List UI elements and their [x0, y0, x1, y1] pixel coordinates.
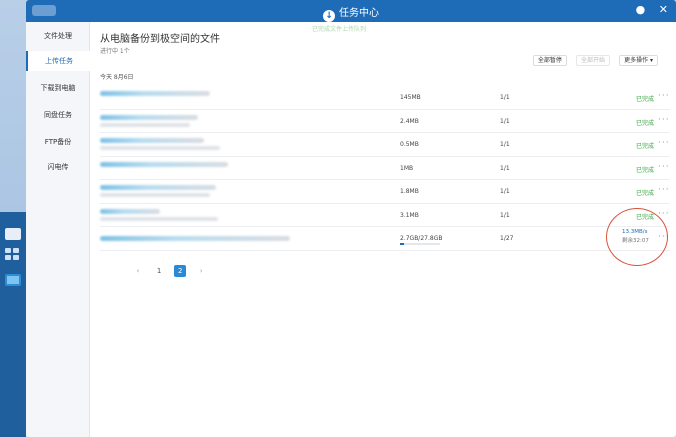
sidebar: 文件处理 上传任务 下载到电脑 同盘任务 FTP备份 闪电传 [26, 22, 90, 437]
window-controls: ● ✕ [626, 3, 668, 16]
apps-grid-icon[interactable] [5, 248, 21, 260]
more-options-icon[interactable]: ··· [658, 185, 670, 195]
pin-icon[interactable]: ● [636, 3, 646, 16]
main-panel: 已完成文件上传队列 从电脑备份到极空间的文件 进行中 1个 全部暂停 全部开始 … [90, 22, 676, 437]
sidebar-item-upload-tasks[interactable]: 上传任务 [26, 51, 90, 71]
task-row[interactable]: 2.4MB 1/1 已完成 ··· [100, 110, 670, 133]
sidebar-item-flash-transfer[interactable]: 闪电传 [26, 157, 90, 177]
blurred-filename [100, 185, 216, 190]
task-file-count: 1/1 [500, 211, 510, 219]
blurred-filename [100, 208, 160, 214]
sidebar-item-ftp-backup[interactable]: FTP备份 [26, 132, 90, 152]
red-annotation-circle [606, 208, 668, 266]
task-file-count: 1/27 [500, 235, 514, 242]
pause-all-button[interactable]: 全部暂停 [532, 55, 567, 66]
task-size: 1MB [400, 164, 414, 172]
date-group-header: 今天 8月6日 [100, 74, 134, 81]
blurred-filename [100, 138, 204, 143]
more-actions-label: 更多操作 [624, 57, 649, 64]
close-icon[interactable]: ✕ [659, 3, 668, 16]
task-size: 2.7GB/27.8GB [400, 235, 443, 242]
titlebar: ↓ 任务中心 ● ✕ [26, 0, 676, 22]
window-title-text: 任务中心 [339, 8, 379, 19]
task-status: 已完成 [636, 143, 655, 150]
toolbar: 全部暂停 全部开始 更多操作 ▾ [529, 47, 658, 66]
task-file-count: 1/1 [500, 117, 510, 125]
in-progress-count: 进行中 1个 [100, 48, 130, 55]
sidebar-item-download-to-pc[interactable]: 下载到电脑 [26, 78, 90, 98]
blurred-filename [100, 91, 210, 96]
pagination: ‹ 1 2 › [132, 258, 211, 277]
more-options-icon[interactable]: ··· [658, 138, 670, 148]
task-row-in-progress[interactable]: 2.7GB/27.8GB 1/27 13.3MB/s 剩余32:07 ··· [100, 227, 670, 251]
task-file-count: 1/1 [500, 164, 510, 172]
task-size: 0.5MB [400, 141, 419, 148]
blurred-filename [100, 236, 290, 241]
watermark-large: 众测 [632, 401, 668, 422]
window-title: ↓ 任务中心 [26, 4, 676, 22]
page-title: 从电脑备份到极空间的文件 [100, 34, 220, 45]
task-center-icon: ↓ [323, 10, 335, 22]
upload-progress-fill [400, 243, 404, 245]
drive-icon[interactable] [5, 228, 21, 240]
more-actions-button[interactable]: 更多操作 ▾ [619, 55, 658, 66]
blurred-filename [100, 161, 228, 167]
task-size: 3.1MB [400, 211, 419, 219]
blurred-filename-line2 [100, 122, 190, 127]
task-file-count: 1/1 [500, 94, 510, 101]
task-row[interactable]: 145MB 1/1 已完成 ··· [100, 86, 670, 110]
watermark: 值得买 众测 [599, 397, 668, 423]
blurred-filename-line2 [100, 193, 210, 197]
task-row[interactable]: 3.1MB 1/1 已完成 ··· [100, 204, 670, 227]
task-status: 已完成 [636, 119, 655, 127]
task-status: 已完成 [636, 166, 655, 174]
task-list: 145MB 1/1 已完成 ··· 2.4MB 1/1 已完成 ··· 0.5M… [100, 86, 670, 251]
task-status: 已完成 [636, 190, 655, 197]
faint-notice: 已完成文件上传队列 [312, 26, 367, 33]
task-center-window: ↓ 任务中心 ● ✕ 文件处理 上传任务 下载到电脑 同盘任务 FTP备份 闪电传… [26, 0, 676, 437]
more-options-icon[interactable]: ··· [658, 91, 670, 101]
task-size: 2.4MB [400, 117, 419, 125]
task-row[interactable]: 0.5MB 1/1 已完成 ··· [100, 133, 670, 157]
start-all-button[interactable]: 全部开始 [575, 55, 610, 66]
more-options-icon[interactable]: ··· [658, 162, 670, 172]
task-size: 145MB [400, 94, 421, 101]
sidebar-item-sync-tasks[interactable]: 同盘任务 [26, 105, 90, 125]
page-button-2[interactable]: 2 [174, 265, 187, 277]
page-button-1[interactable]: 1 [153, 265, 165, 277]
task-file-count: 1/1 [500, 141, 510, 148]
task-status: 已完成 [636, 96, 655, 103]
watermark-small: 值得买 [599, 407, 627, 417]
desktop-dock [0, 212, 26, 437]
folder-icon[interactable] [5, 274, 21, 286]
blurred-filename [100, 114, 198, 120]
upload-progress-bar [400, 243, 440, 245]
prev-page-button[interactable]: ‹ [132, 265, 144, 277]
blurred-filename-line2 [100, 216, 218, 221]
task-file-count: 1/1 [500, 188, 510, 195]
next-page-button[interactable]: › [195, 265, 207, 277]
sidebar-item-file-processing[interactable]: 文件处理 [26, 26, 90, 46]
blurred-filename-line2 [100, 146, 220, 150]
task-row[interactable]: 1MB 1/1 已完成 ··· [100, 157, 670, 180]
task-row[interactable]: 1.8MB 1/1 已完成 ··· [100, 180, 670, 204]
more-options-icon[interactable]: ··· [658, 115, 670, 125]
task-size: 1.8MB [400, 188, 419, 195]
